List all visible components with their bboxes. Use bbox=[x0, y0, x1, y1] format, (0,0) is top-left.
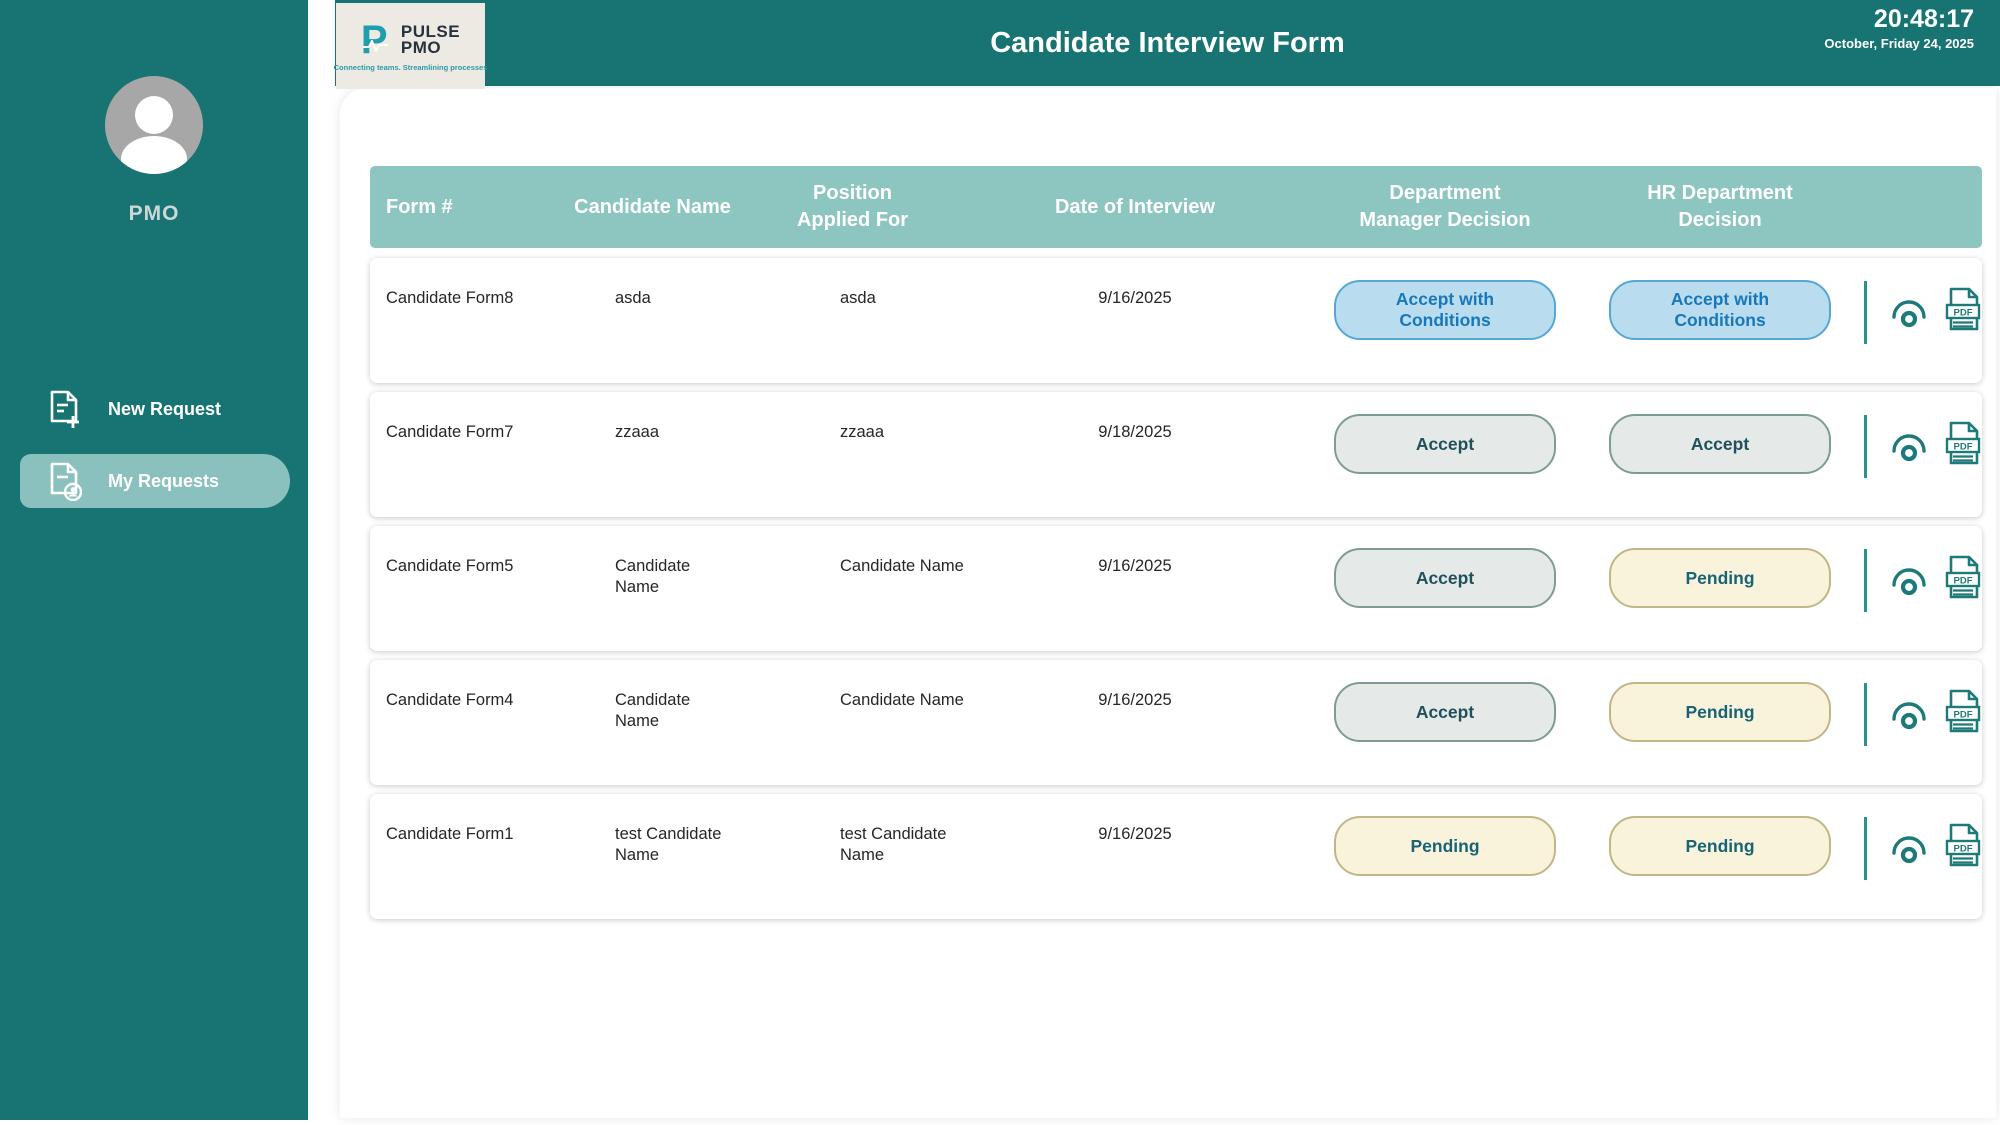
row-interview-date: 9/16/2025 bbox=[970, 794, 1300, 845]
actions-divider bbox=[1864, 683, 1867, 746]
clock-date: October, Friday 24, 2025 bbox=[1824, 36, 1974, 51]
requests-table: Form # Candidate Name Position Applied F… bbox=[370, 166, 1982, 928]
dept-manager-decision-badge[interactable]: Accept bbox=[1334, 414, 1556, 474]
pdf-icon[interactable]: PDF bbox=[1943, 688, 1983, 740]
app-logo: P PULSE PMO Connecting teams. Streamlini… bbox=[336, 3, 485, 89]
svg-text:PDF: PDF bbox=[1954, 844, 1973, 855]
sidebar-item-label: My Requests bbox=[108, 471, 219, 492]
dept-manager-decision-badge[interactable]: Pending bbox=[1334, 816, 1556, 876]
row-interview-date: 9/16/2025 bbox=[970, 526, 1300, 577]
actions-divider bbox=[1864, 281, 1867, 344]
table-body: Candidate Form8 asda asda 9/16/2025 Acce… bbox=[370, 258, 1982, 919]
col-header-candidate: Candidate Name bbox=[570, 194, 735, 221]
hr-decision-badge[interactable]: Accept bbox=[1609, 414, 1831, 474]
row-form-number: Candidate Form8 bbox=[370, 258, 570, 309]
row-interview-date: 9/16/2025 bbox=[970, 258, 1300, 309]
table-header-row: Form # Candidate Name Position Applied F… bbox=[370, 166, 1982, 248]
pulse-pmo-logo-icon: P bbox=[361, 20, 395, 60]
actions-divider bbox=[1864, 817, 1867, 880]
table-row: Candidate Form5 Candidate Name Candidate… bbox=[370, 526, 1982, 651]
col-header-position: Position Applied For bbox=[735, 180, 970, 234]
actions-divider bbox=[1864, 549, 1867, 612]
view-icon[interactable] bbox=[1888, 559, 1930, 605]
row-form-number: Candidate Form4 bbox=[370, 660, 570, 711]
avatar-person-icon bbox=[135, 96, 173, 134]
hr-decision-badge[interactable]: Pending bbox=[1609, 548, 1831, 608]
dept-manager-decision-badge[interactable]: Accept bbox=[1334, 682, 1556, 742]
table-row: Candidate Form7 zzaaa zzaaa 9/18/2025 Ac… bbox=[370, 392, 1982, 517]
actions-divider bbox=[1864, 415, 1867, 478]
sidebar-menu: New Request My Requests bbox=[0, 382, 308, 526]
page-title: Candidate Interview Form bbox=[335, 0, 2000, 86]
dept-manager-decision-badge[interactable]: Accept bbox=[1334, 548, 1556, 608]
table-row: Candidate Form8 asda asda 9/16/2025 Acce… bbox=[370, 258, 1982, 383]
svg-text:PDF: PDF bbox=[1954, 710, 1973, 721]
logo-tagline: Connecting teams. Streamlining processes bbox=[334, 63, 488, 72]
view-icon[interactable] bbox=[1888, 827, 1930, 873]
document-user-icon bbox=[48, 461, 82, 501]
row-position: Candidate Name bbox=[735, 526, 970, 577]
row-candidate-name: zzaaa bbox=[570, 392, 735, 443]
table-row: Candidate Form1 test Candidate Name test… bbox=[370, 794, 1982, 919]
svg-text:PDF: PDF bbox=[1954, 308, 1973, 319]
col-header-date: Date of Interview bbox=[970, 194, 1300, 221]
hr-decision-badge[interactable]: Pending bbox=[1609, 816, 1831, 876]
view-icon[interactable] bbox=[1888, 291, 1930, 337]
pdf-icon[interactable]: PDF bbox=[1943, 554, 1983, 606]
col-header-dept: Department Manager Decision bbox=[1300, 180, 1590, 234]
row-position: Candidate Name bbox=[735, 660, 970, 711]
pdf-icon[interactable]: PDF bbox=[1943, 286, 1983, 338]
row-form-number: Candidate Form1 bbox=[370, 794, 570, 845]
row-position: zzaaa bbox=[735, 392, 970, 443]
row-candidate-name: asda bbox=[570, 258, 735, 309]
row-form-number: Candidate Form7 bbox=[370, 392, 570, 443]
pdf-icon[interactable]: PDF bbox=[1943, 420, 1983, 472]
row-form-number: Candidate Form5 bbox=[370, 526, 570, 577]
col-header-hr: HR Department Decision bbox=[1590, 180, 1850, 234]
row-interview-date: 9/18/2025 bbox=[970, 392, 1300, 443]
hr-decision-badge[interactable]: Pending bbox=[1609, 682, 1831, 742]
dept-manager-decision-badge[interactable]: Accept with Conditions bbox=[1334, 280, 1556, 340]
hr-decision-badge[interactable]: Accept with Conditions bbox=[1609, 280, 1831, 340]
profile-name: PMO bbox=[129, 202, 180, 226]
document-plus-icon bbox=[48, 389, 82, 429]
content-panel: Form # Candidate Name Position Applied F… bbox=[340, 88, 1996, 1118]
row-candidate-name: Candidate Name bbox=[570, 660, 735, 732]
svg-text:PDF: PDF bbox=[1954, 442, 1973, 453]
view-icon[interactable] bbox=[1888, 425, 1930, 471]
sidebar-item-new-request[interactable]: New Request bbox=[0, 382, 308, 436]
clock-time: 20:48:17 bbox=[1824, 4, 1974, 34]
row-position: asda bbox=[735, 258, 970, 309]
clock: 20:48:17 October, Friday 24, 2025 bbox=[1824, 4, 1974, 51]
pdf-icon[interactable]: PDF bbox=[1943, 822, 1983, 874]
sidebar-item-label: New Request bbox=[108, 399, 221, 420]
row-position: test Candidate Name bbox=[735, 794, 970, 866]
svg-text:PDF: PDF bbox=[1954, 576, 1973, 587]
avatar[interactable] bbox=[105, 76, 203, 174]
row-candidate-name: Candidate Name bbox=[570, 526, 735, 598]
table-row: Candidate Form4 Candidate Name Candidate… bbox=[370, 660, 1982, 785]
col-header-form: Form # bbox=[370, 194, 570, 221]
row-interview-date: 9/16/2025 bbox=[970, 660, 1300, 711]
header-bar: Candidate Interview Form 20:48:17 Octobe… bbox=[335, 0, 2000, 86]
app-window: PMO New Request bbox=[0, 0, 2000, 1125]
row-candidate-name: test Candidate Name bbox=[570, 794, 735, 866]
sidebar-item-my-requests[interactable]: My Requests bbox=[20, 454, 290, 508]
sidebar: PMO New Request bbox=[0, 0, 308, 1120]
view-icon[interactable] bbox=[1888, 693, 1930, 739]
logo-word-pmo: PMO bbox=[401, 40, 460, 56]
